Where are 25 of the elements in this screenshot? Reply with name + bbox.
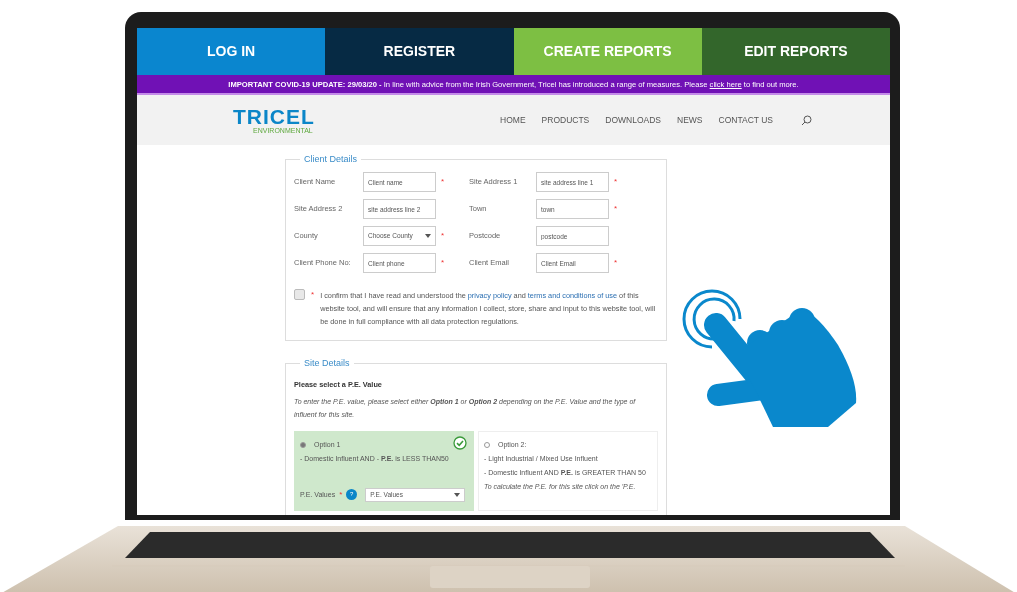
nav-link[interactable]: DOWNLOADS [605, 113, 662, 127]
caret-icon [454, 492, 461, 497]
section-legend: Client Details [300, 155, 362, 164]
required-mark: * [310, 289, 316, 301]
required-mark: * [613, 203, 619, 215]
required-mark: * [440, 230, 446, 242]
required-mark: * [440, 176, 446, 188]
nav-tab[interactable]: REGISTER [325, 28, 514, 75]
nav-link[interactable]: NEWS [677, 113, 703, 127]
required-mark: * [613, 257, 619, 269]
required-mark: * [339, 488, 343, 501]
required-mark: * [613, 176, 619, 188]
section-legend: Site Details [300, 359, 354, 368]
consent-checkbox[interactable] [294, 289, 305, 300]
nav-link[interactable]: CONTACT US [718, 113, 773, 127]
required-mark: * [440, 257, 446, 269]
caret-icon [425, 234, 431, 238]
nav-tab[interactable]: LOG IN [137, 28, 326, 75]
logo-text: TRICEL [233, 106, 315, 127]
search-icon[interactable] [801, 114, 812, 126]
nav-link[interactable]: PRODUCTS [541, 113, 590, 127]
radio-button[interactable] [300, 441, 306, 448]
nav-link[interactable]: HOME [500, 113, 526, 127]
nav-tab[interactable]: EDIT REPORTS [701, 28, 890, 75]
check-circle-icon [453, 435, 467, 450]
